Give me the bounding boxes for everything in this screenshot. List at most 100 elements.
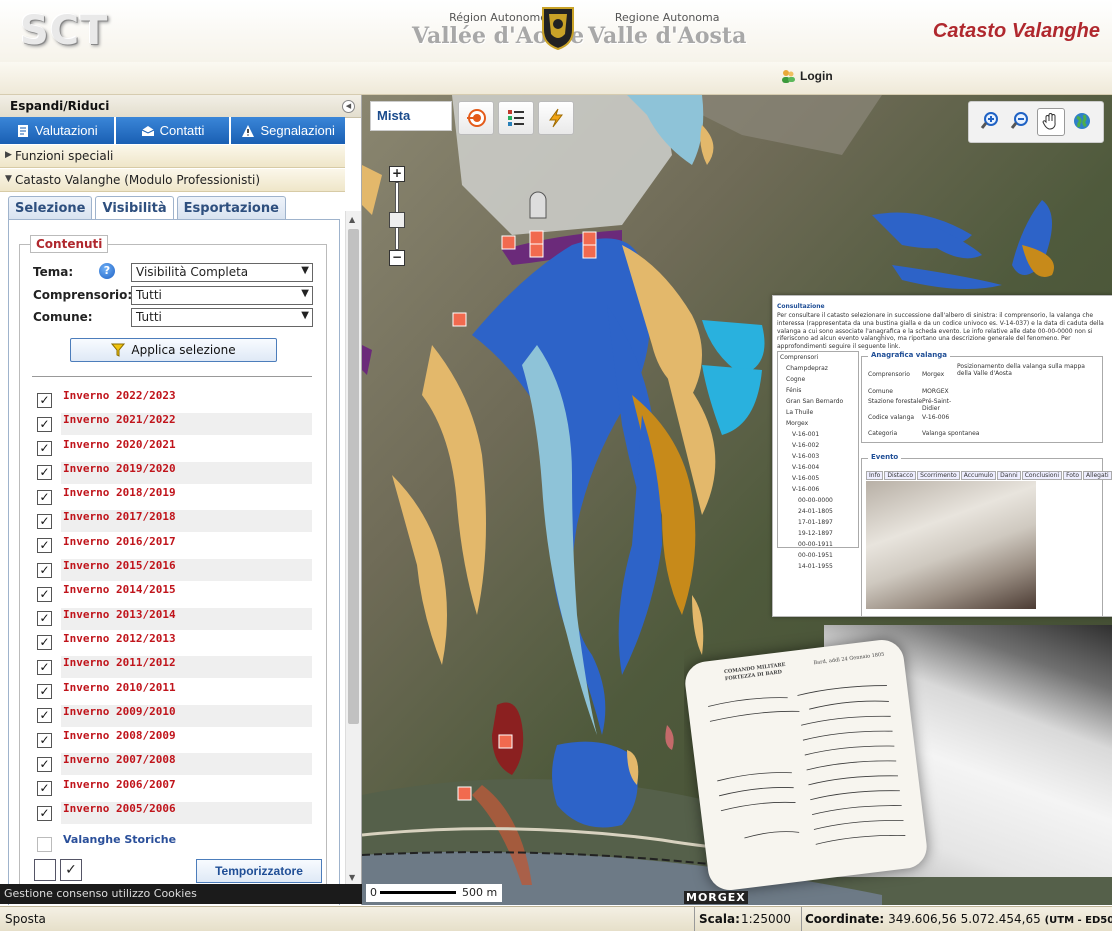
tab-selezione[interactable]: Selezione [8,196,93,219]
checkbox-season[interactable]: ✓ [37,659,52,675]
tab-visibilita[interactable]: Visibilità [95,196,174,220]
tree-node[interactable]: Gran San Bernardo [778,396,858,407]
uncheck-all-button[interactable] [34,859,56,881]
panel-scrollbar[interactable]: ▲ ▼ [345,211,361,884]
legend-button[interactable] [498,101,534,135]
list-item-season[interactable]: ✓ Inverno 2009/2010 [32,704,312,727]
tree-node[interactable]: Cogne [778,374,858,385]
list-item-season[interactable]: ✓ Inverno 2018/2019 [32,486,312,509]
comprensori-tree[interactable]: Comprensori Champdepraz Cogne Fénis Gran San… [777,351,859,570]
list-item-season[interactable]: ✓ Inverno 2021/2022 [32,413,312,436]
list-item-season[interactable]: ✓ Inverno 2022/2023 [32,389,312,411]
tree-node[interactable]: La Thuile [778,407,858,418]
zoom-minus-button[interactable]: − [389,250,405,266]
expand-collapse-bar[interactable]: Espandi/Riduci ◀ [0,95,361,118]
tree-node[interactable]: V-16-005 [778,473,858,484]
checkbox-season[interactable]: ✓ [37,513,52,529]
evento-tab[interactable]: Distacco [884,471,917,480]
cookie-consent-link[interactable]: Gestione consenso utilizzo Cookies [0,884,362,904]
checkbox-season[interactable]: ✓ [37,684,52,700]
list-item-season[interactable]: ✓ Inverno 2010/2011 [32,680,312,703]
list-item-season[interactable]: ✓ Inverno 2015/2016 [32,559,312,582]
full-extent-button[interactable] [1069,108,1095,134]
list-item-season[interactable]: ✓ Inverno 2014/2015 [32,583,312,606]
checkbox-season[interactable]: ✓ [37,489,52,505]
accordion-funzioni-speciali[interactable]: ▶ Funzioni speciali [0,145,345,168]
checkbox-season[interactable]: ✓ [37,635,52,651]
checkbox-season[interactable]: ✓ [37,538,52,554]
timer-button[interactable]: Temporizzatore [196,859,322,883]
checkbox-season[interactable]: ✓ [37,465,52,481]
tree-node[interactable]: 24-01-1805 [778,506,858,517]
evento-tab[interactable]: Conclusioni [1021,471,1063,480]
collapse-icon[interactable]: ◀ [342,100,355,113]
evento-tab[interactable]: Accumulo [960,471,997,480]
list-item-season[interactable]: ✓ Inverno 2016/2017 [32,534,312,557]
scrollbar-thumb[interactable] [348,229,359,724]
tree-node[interactable]: V-16-001 [778,429,858,440]
layers-button[interactable] [458,101,494,135]
evento-tab[interactable]: Foto [1063,471,1082,480]
tree-node[interactable]: 14-01-1955 [778,561,858,572]
evento-tab[interactable]: Info [866,471,884,480]
tab-esportazione[interactable]: Esportazione [176,196,286,219]
checkbox-season[interactable]: ✓ [37,611,52,627]
list-item-season[interactable]: ✓ Inverno 2017/2018 [32,510,312,533]
checkbox-season[interactable]: ✓ [37,562,52,578]
list-item-season[interactable]: ✓ Inverno 2020/2021 [32,437,312,460]
tree-node[interactable]: Champdepraz [778,363,858,374]
list-item-season[interactable]: ✓ Inverno 2007/2008 [32,753,312,776]
tree-node[interactable]: Fénis [778,385,858,396]
checkbox-season[interactable]: ✓ [37,392,52,408]
list-item-season[interactable]: ✓ Inverno 2019/2020 [32,461,312,484]
tree-node[interactable]: 19-12-1897 [778,528,858,539]
evento-tab[interactable]: Danni [997,471,1021,480]
list-item-season[interactable]: ✓ Inverno 2012/2013 [32,631,312,654]
checkbox-historic[interactable] [37,836,52,852]
login-button[interactable]: Login [780,68,833,84]
events-button[interactable] [538,101,574,135]
checkbox-season[interactable]: ✓ [37,441,52,457]
tree-node[interactable]: V-16-003 [778,451,858,462]
tree-node[interactable]: 17-01-1897 [778,517,858,528]
apply-selection-button[interactable]: Applica selezione [70,338,277,362]
list-item-season[interactable]: ✓ Inverno 2008/2009 [32,729,312,752]
evento-tab[interactable]: Allegati [1083,471,1112,480]
segnalazioni-button[interactable]: Segnalazioni [231,117,346,144]
scroll-up-icon[interactable]: ▲ [349,215,355,224]
checkbox-season[interactable]: ✓ [37,586,52,602]
zoom-plus-button[interactable]: + [389,166,405,182]
zoom-handle[interactable] [389,212,405,228]
map-view[interactable]: Mista + − Consultazione Per consultare i… [362,95,1112,905]
pan-button[interactable] [1037,108,1065,136]
valutazioni-button[interactable]: Valutazioni [0,117,116,144]
comprensorio-select[interactable]: Tutti ▼ [131,286,313,305]
checkbox-season[interactable]: ✓ [37,416,52,432]
tree-node[interactable]: V-16-006 [778,484,858,495]
scroll-down-icon[interactable]: ▼ [349,873,355,882]
tree-node[interactable]: V-16-004 [778,462,858,473]
checkbox-season[interactable]: ✓ [37,756,52,772]
checkbox-season[interactable]: ✓ [37,805,52,821]
tema-select[interactable]: Visibilità Completa ▼ [131,263,313,282]
list-item-season[interactable]: ✓ Inverno 2013/2014 [32,607,312,630]
comune-select[interactable]: Tutti ▼ [131,308,313,327]
evento-tab[interactable]: Scorrimento [917,471,960,480]
contatti-button[interactable]: Contatti [115,117,232,144]
help-icon[interactable]: ? [99,263,115,279]
tree-node[interactable]: 00-00-1911 [778,539,858,550]
list-item-historic[interactable]: Valanghe Storiche [32,833,176,855]
tree-node[interactable]: 00-00-0000 [778,495,858,506]
map-mode-selector[interactable]: Mista [370,101,452,131]
zoom-in-button[interactable] [977,108,1003,134]
list-item-season[interactable]: ✓ Inverno 2011/2012 [32,656,312,679]
tree-node[interactable]: Morgex [778,418,858,429]
zoom-out-button[interactable] [1007,108,1033,134]
zoom-slider[interactable]: + − [389,166,405,266]
checkbox-season[interactable]: ✓ [37,708,52,724]
list-item-season[interactable]: ✓ Inverno 2005/2006 [32,802,312,825]
tree-node[interactable]: 00-00-1951 [778,550,858,561]
tree-node[interactable]: Comprensori [778,352,858,363]
check-all-button[interactable]: ✓ [60,859,82,881]
tree-node[interactable]: V-16-002 [778,440,858,451]
